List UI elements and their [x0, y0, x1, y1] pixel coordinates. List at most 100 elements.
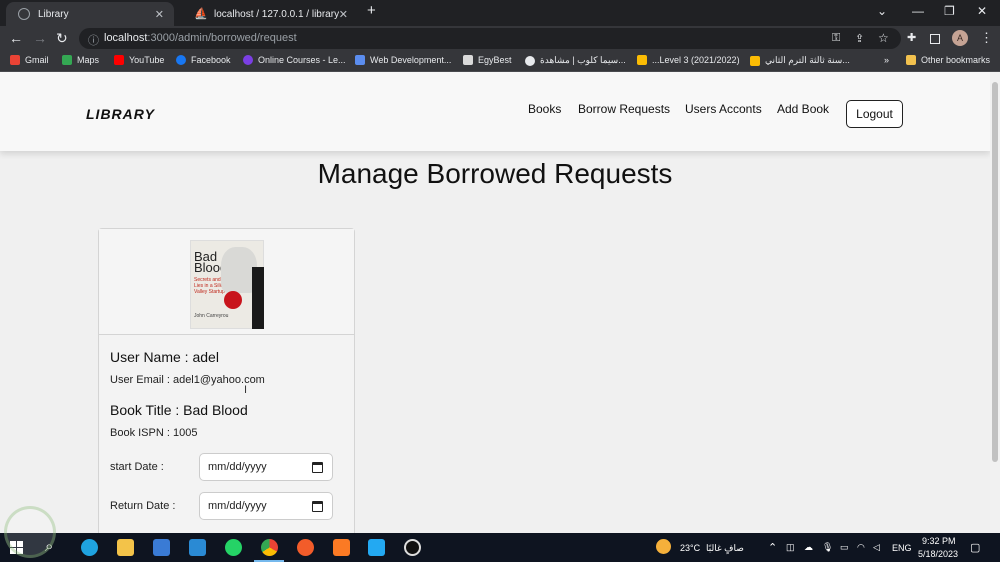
page-scrollbar[interactable]	[990, 72, 1000, 533]
info-icon[interactable]: ⓘ	[88, 32, 99, 48]
card-image-area: Bad Blood Secrets and Lies in a Silicon …	[99, 229, 354, 335]
calendar-icon[interactable]	[312, 462, 323, 473]
cover-author: John Carreyrou	[194, 313, 229, 319]
calendar-icon[interactable]	[312, 501, 323, 512]
other-bookmarks[interactable]: Other bookmarks	[906, 55, 990, 65]
more-bookmarks-icon[interactable]: »	[884, 55, 889, 65]
nav-link-add-book[interactable]: Add Book	[777, 102, 829, 116]
book-title: Book Title : Bad Blood	[110, 402, 248, 418]
gmail-icon	[10, 55, 20, 65]
drive-icon	[637, 55, 647, 65]
text-cursor-icon: I	[244, 384, 248, 396]
bookmark-youtube[interactable]: YouTube	[114, 55, 164, 65]
folder-icon	[906, 55, 916, 65]
tab-search-icon[interactable]: ⌄	[877, 4, 887, 18]
key-icon[interactable]: ⚿	[832, 32, 840, 45]
chrome-icon[interactable]	[261, 539, 278, 556]
language-indicator[interactable]: ENG	[892, 543, 912, 553]
whatsapp-icon[interactable]	[225, 539, 242, 556]
site-navbar: LIBRARY Books Borrow Requests Users Acco…	[0, 72, 990, 151]
user-email: User Email : adel1@yahoo.com	[110, 374, 265, 386]
bookmarks-bar: Gmail Maps YouTube Facebook Online Cours…	[0, 51, 1000, 72]
borrow-request-card: Bad Blood Secrets and Lies in a Silicon …	[98, 228, 355, 533]
minimize-icon[interactable]: —	[912, 4, 924, 18]
reload-icon[interactable]: ↻	[56, 30, 68, 46]
url-path: :3000/admin/borrowed/request	[147, 32, 297, 44]
bookmark-maps[interactable]: Maps	[62, 55, 99, 65]
weather-icon[interactable]	[656, 539, 671, 554]
forward-icon[interactable]: →	[33, 30, 47, 46]
start-date-input[interactable]: mm/dd/yyyy	[199, 453, 333, 481]
new-tab-button[interactable]: +	[367, 2, 376, 19]
microphone-icon[interactable]: 🎙	[822, 542, 833, 553]
scrollbar-thumb[interactable]	[992, 82, 998, 462]
nav-link-books[interactable]: Books	[528, 102, 561, 116]
bookmark-online-courses[interactable]: Online Courses - Le...	[243, 55, 346, 65]
xampp-icon[interactable]	[333, 539, 350, 556]
logout-button[interactable]: Logout	[846, 100, 903, 128]
book-ispn: Book ISPN : 1005	[110, 427, 198, 439]
browser-toolbar: ← → ↻ ⓘ localhost:3000/admin/borrowed/re…	[0, 26, 1000, 51]
wifi-icon[interactable]: ◠	[857, 542, 865, 553]
volume-icon[interactable]: ◁	[873, 542, 880, 553]
notifications-icon[interactable]: ▢	[970, 541, 980, 554]
cover-dark-band	[252, 267, 264, 329]
mail-icon[interactable]	[189, 539, 206, 556]
close-tab-icon[interactable]: ✕	[339, 8, 348, 21]
facebook-icon	[176, 55, 186, 65]
file-explorer-icon[interactable]	[117, 539, 134, 556]
network-icon[interactable]: ◫	[786, 542, 795, 553]
book-cover-image: Bad Blood Secrets and Lies in a Silicon …	[190, 240, 264, 329]
restore-icon[interactable]: ❐	[944, 4, 955, 18]
obs-icon[interactable]	[404, 539, 421, 556]
address-bar[interactable]: ⓘ localhost:3000/admin/borrowed/request …	[79, 28, 901, 49]
youtube-icon	[114, 55, 124, 65]
cima-icon	[525, 55, 535, 66]
cover-blood-drop	[224, 291, 242, 309]
bookmark-third-year[interactable]: سنة ثالثة الترم الثاني...	[750, 55, 850, 66]
bookmark-star-icon[interactable]: ☆	[878, 31, 889, 45]
profile-avatar[interactable]: A	[952, 30, 968, 46]
bookmark-egybest[interactable]: EgyBest	[463, 55, 512, 65]
nav-link-users-accounts[interactable]: Users Acconts	[685, 102, 762, 116]
clock-time[interactable]: 9:32 PM	[922, 536, 956, 546]
battery-icon[interactable]: ▭	[840, 542, 849, 553]
menu-icon[interactable]: ⋮	[980, 30, 993, 46]
browser-tab-strip: Library ✕ ⛵ localhost / 127.0.0.1 / libr…	[0, 0, 1000, 26]
weather-condition[interactable]: صافٍ غالبًا	[706, 543, 744, 554]
bookmark-web-development[interactable]: Web Development...	[355, 55, 451, 65]
onedrive-icon[interactable]: ☁	[804, 542, 813, 553]
close-tab-icon[interactable]: ✕	[155, 8, 164, 21]
nav-link-borrow-requests[interactable]: Borrow Requests	[578, 102, 670, 116]
return-date-label: Return Date :	[110, 500, 176, 512]
return-date-placeholder: mm/dd/yyyy	[208, 500, 267, 512]
bookmark-facebook[interactable]: Facebook	[176, 55, 231, 65]
close-window-icon[interactable]: ✕	[977, 4, 987, 18]
share-icon[interactable]: ⇪	[855, 32, 864, 45]
url-host: localhost	[104, 32, 148, 44]
side-panel-icon[interactable]	[930, 34, 940, 44]
store-icon[interactable]	[153, 539, 170, 556]
windows-taskbar: ⌕ 23°C صافٍ غالبًا ⌃ ◫ ☁ 🎙 ▭ ◠ ◁ ENG 9:3…	[0, 533, 1000, 562]
phpmyadmin-icon: ⛵	[194, 8, 208, 20]
vscode-icon[interactable]	[368, 539, 385, 556]
tray-chevron-icon[interactable]: ⌃	[768, 541, 777, 554]
web-dev-icon	[355, 55, 365, 65]
postman-icon[interactable]	[297, 539, 314, 556]
edge-icon[interactable]	[81, 539, 98, 556]
site-brand[interactable]: LIBRARY	[86, 106, 155, 122]
tab-library[interactable]: Library ✕	[6, 2, 174, 26]
bookmark-gmail[interactable]: Gmail	[10, 55, 49, 65]
user-name: User Name : adel	[110, 349, 219, 365]
tab-phpmyadmin[interactable]: ⛵ localhost / 127.0.0.1 / library-db ✕	[182, 2, 358, 26]
maps-icon	[62, 55, 72, 65]
clock-date[interactable]: 5/18/2023	[918, 549, 958, 559]
bookmark-level-3[interactable]: ...Level 3 (2021/2022)	[637, 55, 740, 65]
return-date-input[interactable]: mm/dd/yyyy	[199, 492, 333, 520]
weather-temperature[interactable]: 23°C	[680, 543, 700, 553]
extensions-icon[interactable]: ✚	[907, 31, 916, 44]
page-title: Manage Borrowed Requests	[317, 158, 673, 189]
back-icon[interactable]: ←	[9, 30, 23, 46]
bookmark-cima-club[interactable]: سيما كلوب | مشاهدة...	[525, 55, 626, 66]
tab-title: localhost / 127.0.0.1 / library-db	[214, 8, 339, 20]
